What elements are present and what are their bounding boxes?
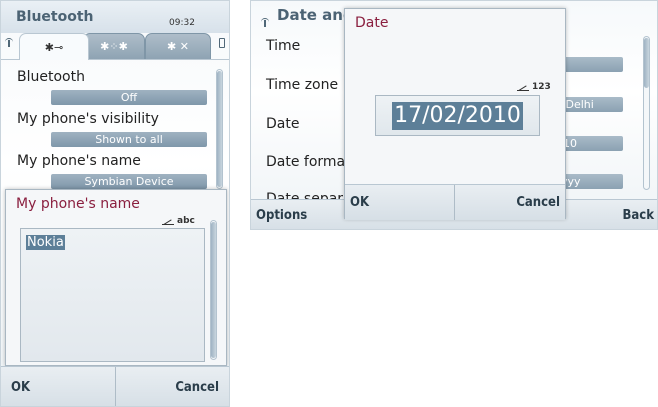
- dialog-title: My phone's name: [16, 196, 140, 212]
- signal-antenna-icon: [261, 18, 269, 27]
- pen-input-icon: [517, 84, 529, 91]
- tab-bluetooth-blocked[interactable]: ✱ ✕: [145, 33, 211, 60]
- options-softkey[interactable]: Options: [256, 200, 307, 229]
- setting-label-time-zone: Time zone: [266, 77, 339, 93]
- settings-scrollbar[interactable]: [643, 36, 650, 190]
- tab-strip: ✱⊸ ✱⁘✱ ✱ ✕: [11, 33, 211, 60]
- setting-label-time: Time: [266, 38, 301, 54]
- tab-bluetooth-connection[interactable]: ✱⊸: [19, 33, 89, 60]
- setting-label-visibility: My phone's visibility: [17, 111, 159, 127]
- softkey-bar: OK Cancel: [1, 366, 229, 406]
- app-title: Bluetooth: [16, 9, 94, 25]
- dialog-softkey-bar: OK Cancel: [345, 184, 565, 220]
- settings-scroll-thumb[interactable]: [644, 38, 649, 88]
- bluetooth-blocked-icon: ✱ ✕: [167, 40, 189, 53]
- setting-label-date: Date: [266, 116, 300, 132]
- ok-softkey[interactable]: OK: [11, 367, 30, 406]
- softkey-divider: [115, 367, 116, 406]
- date-input[interactable]: 17/02/2010: [375, 95, 540, 136]
- settings-scrollbar[interactable]: [216, 69, 223, 189]
- softkey-divider: [454, 185, 455, 220]
- phone-name-input[interactable]: Nokia: [20, 228, 205, 362]
- bluetooth-devices-icon: ✱⁘✱: [100, 40, 128, 53]
- cancel-softkey[interactable]: Cancel: [175, 367, 219, 406]
- phone-name-text[interactable]: Nokia: [26, 235, 65, 250]
- app-title: Date and: [277, 6, 354, 24]
- setting-label-bluetooth: Bluetooth: [17, 69, 85, 85]
- input-mode-label: abc: [177, 216, 195, 226]
- setting-label-phone-name: My phone's name: [17, 153, 141, 169]
- input-mode-label: 123: [532, 82, 551, 92]
- setting-value-phone-name[interactable]: Symbian Device: [51, 174, 207, 189]
- bluetooth-connection-icon: ✱⊸: [44, 40, 64, 54]
- date-value-text[interactable]: 17/02/2010: [392, 101, 523, 130]
- back-softkey[interactable]: Back: [622, 200, 654, 229]
- bluetooth-screen: Bluetooth 09:32 ✱⊸ ✱⁘✱ ✱ ✕ Bluetooth Off…: [0, 0, 230, 407]
- setting-value-bluetooth[interactable]: Off: [51, 90, 207, 105]
- phone-name-dialog: My phone's name abc Nokia: [5, 189, 227, 366]
- pen-input-icon: [162, 218, 174, 225]
- input-mode-indicator: 123: [517, 82, 551, 92]
- date-time-screen: Date and Time Time zone w Delhi Date 10 …: [250, 0, 658, 230]
- dialog-scrollbar[interactable]: [210, 220, 217, 360]
- battery-icon: [219, 38, 225, 48]
- setting-label-date-format: Date forma: [266, 154, 346, 170]
- clock: 09:32: [169, 18, 195, 28]
- dialog-title: Date: [355, 15, 389, 31]
- input-mode-indicator: abc: [162, 216, 195, 226]
- cancel-softkey[interactable]: Cancel: [516, 185, 560, 220]
- ok-softkey[interactable]: OK: [350, 185, 369, 220]
- status-bar: Bluetooth 09:32: [1, 1, 229, 33]
- dialog-scroll-thumb[interactable]: [211, 222, 216, 358]
- date-dialog: Date 123 17/02/2010 OK Cancel: [344, 8, 566, 220]
- setting-value-visibility[interactable]: Shown to all: [51, 132, 207, 147]
- settings-scroll-thumb[interactable]: [217, 71, 222, 187]
- tab-bluetooth-devices[interactable]: ✱⁘✱: [83, 33, 145, 60]
- setting-label-date-separator: Date separ: [266, 191, 344, 199]
